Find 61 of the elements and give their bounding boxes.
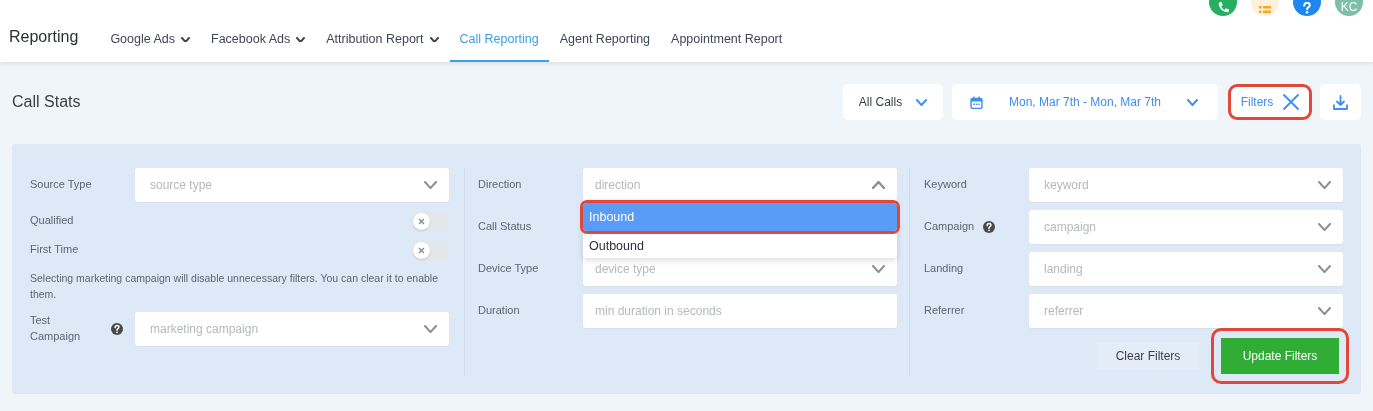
field-label: Source Type — [30, 177, 93, 193]
cross-icon — [418, 246, 425, 254]
download-icon — [1333, 94, 1348, 110]
chevron-down-icon — [1318, 307, 1331, 315]
filters-button[interactable]: Filters — [1228, 84, 1312, 120]
call-type-dropdown[interactable]: All Calls — [843, 84, 943, 120]
chevron-down-icon — [1318, 181, 1331, 189]
select-field[interactable]: referrer — [1029, 294, 1343, 328]
toggle-switch[interactable] — [411, 239, 449, 261]
chevron-down-icon — [429, 36, 439, 42]
date-range-picker[interactable]: Mon, Mar 7th - Mon, Mar 7th — [952, 84, 1218, 120]
field-label: Campaign — [924, 219, 975, 235]
field-label: Device Type — [478, 261, 540, 277]
chevron-down-icon — [424, 181, 437, 189]
select-field[interactable]: direction — [583, 168, 897, 202]
input-field[interactable]: min duration in seconds — [583, 294, 897, 328]
chevron-down-icon — [424, 325, 437, 333]
chevron-down-icon — [916, 98, 928, 106]
page-title: Reporting — [9, 28, 79, 47]
field-label: Duration — [478, 303, 521, 319]
download-button[interactable] — [1320, 84, 1361, 120]
chevron-down-icon — [181, 36, 190, 42]
list-icon — [1259, 5, 1271, 13]
chevron-down-icon — [1318, 265, 1331, 273]
section-title: Call Stats — [12, 93, 82, 111]
nav-tab[interactable]: Attribution Report — [316, 32, 449, 62]
phone-icon — [1216, 0, 1230, 14]
chevron-down-icon — [872, 265, 885, 273]
select-field[interactable]: landing — [1029, 252, 1343, 286]
help-icon — [983, 221, 996, 233]
toggle-switch[interactable] — [411, 210, 449, 232]
select-field[interactable]: keyword — [1029, 168, 1343, 202]
field-label: Test Campaign — [30, 313, 82, 344]
chevron-down-icon — [296, 36, 306, 42]
calendar-icon — [970, 95, 983, 109]
help-icon — [111, 323, 123, 335]
dropdown-option[interactable]: Inbound — [580, 200, 900, 234]
field-label: Call Status — [478, 219, 533, 235]
chevron-down-icon — [1318, 223, 1331, 231]
nav-tab[interactable]: Appointment Report — [661, 32, 793, 62]
close-icon — [1283, 94, 1300, 110]
nav-tab[interactable]: Google Ads — [100, 32, 200, 62]
user-avatar[interactable]: KC — [1335, 0, 1363, 16]
info-text: Selecting marketing campaign will disable unnecessary filters. You can clear it to enable them. — [30, 271, 439, 302]
chevron-down-icon — [1187, 98, 1198, 106]
field-label: Qualified — [30, 213, 75, 229]
field-label: First Time — [30, 242, 80, 258]
field-label: Landing — [924, 261, 964, 277]
nav-tab[interactable]: Facebook Ads — [201, 32, 316, 62]
chevron-up-icon — [872, 181, 885, 189]
question-icon — [1303, 2, 1311, 14]
cross-icon — [418, 217, 425, 225]
field-label: Referrer — [924, 303, 965, 319]
field-label: Direction — [478, 177, 523, 193]
field-label: Keyword — [924, 177, 967, 193]
select-field[interactable]: source type — [135, 168, 449, 202]
nav-tab[interactable]: Call Reporting — [449, 32, 549, 62]
select-field[interactable]: marketing campaign — [135, 312, 449, 346]
select-field[interactable]: campaign — [1029, 210, 1343, 244]
nav-tab[interactable]: Agent Reporting — [549, 32, 661, 62]
update-filters-button[interactable]: Update Filters — [1211, 328, 1349, 384]
